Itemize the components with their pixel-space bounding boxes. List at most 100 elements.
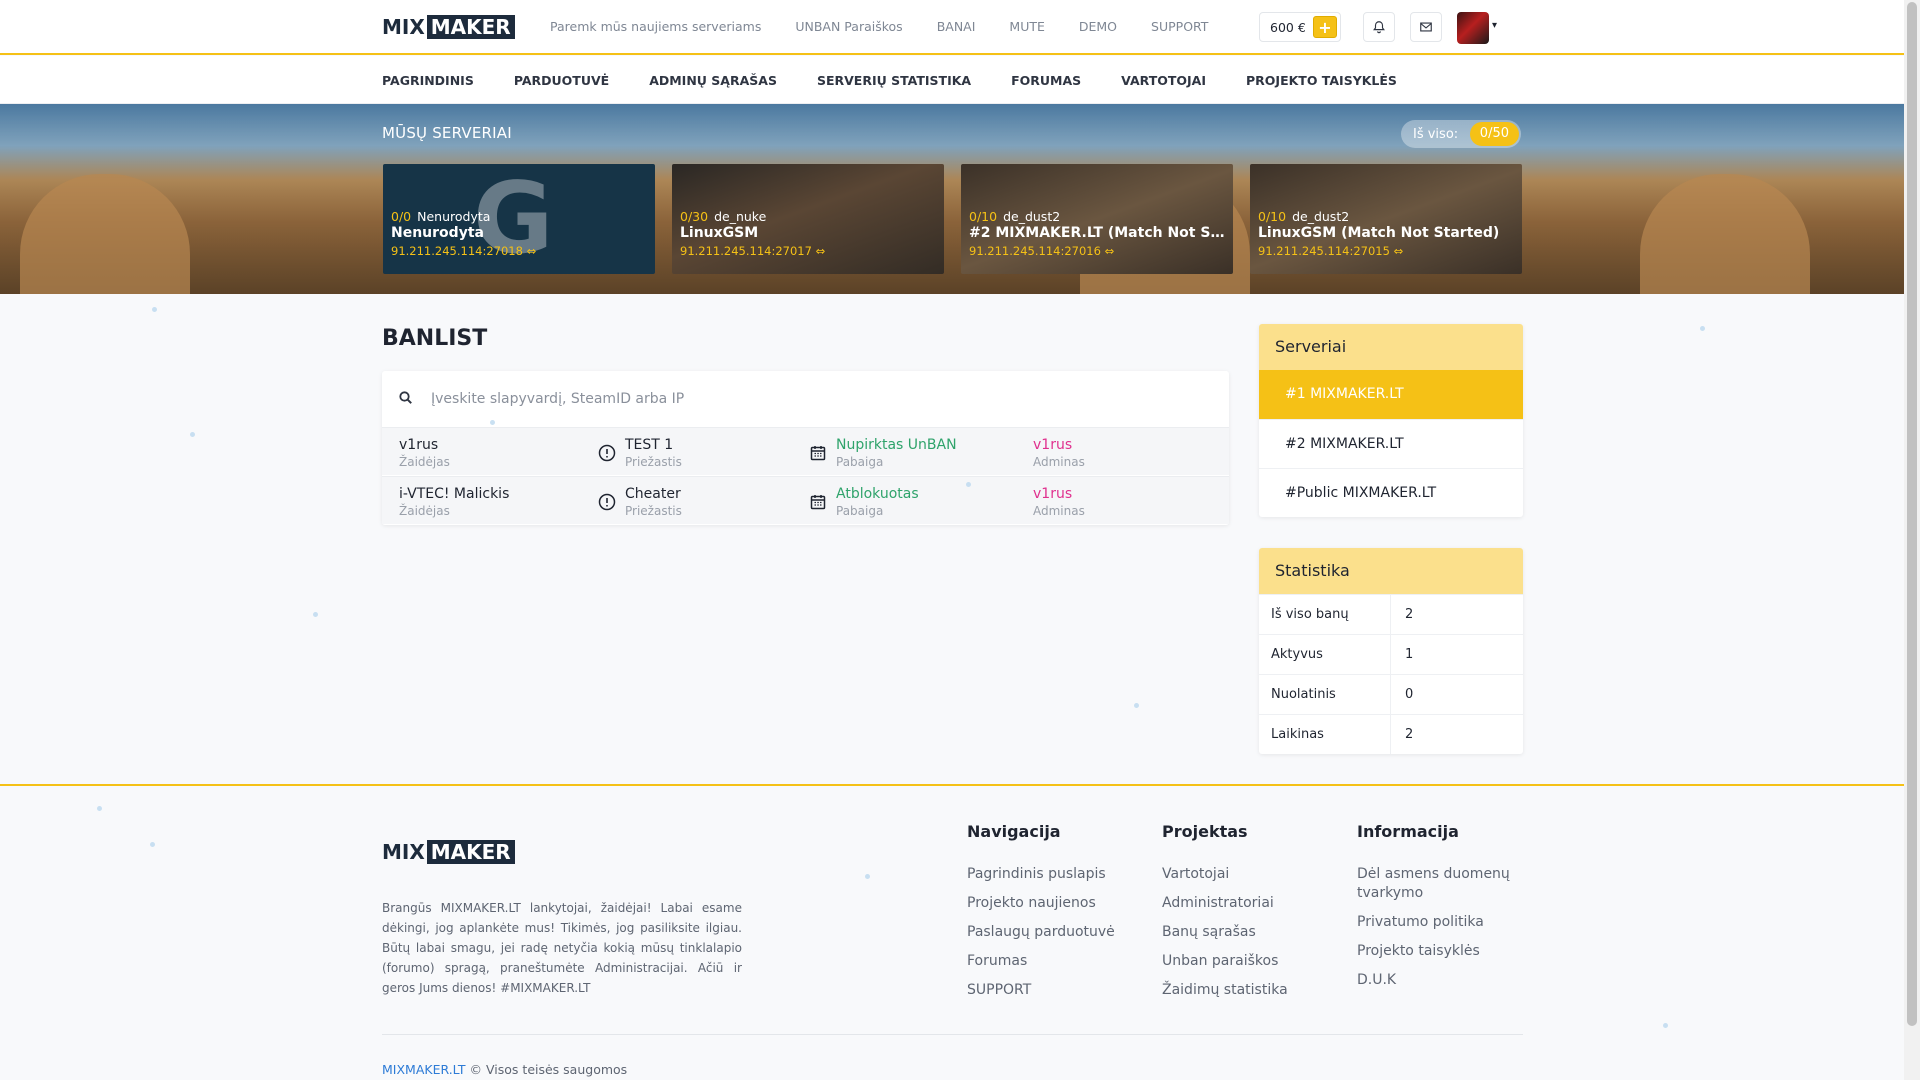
server-ip[interactable]: 91.211.245.114:27018 ⇔ [391, 244, 536, 258]
topnav-unban-link[interactable]: UNBAN Paraiškos [795, 19, 902, 34]
server-card[interactable]: 0/10 de_dust2 LinuxGSM (Match Not Started… [1250, 164, 1522, 274]
footer-link[interactable]: Banų sąrašas [1162, 923, 1288, 942]
stat-value: 2 [1405, 607, 1414, 622]
footer-link[interactable]: Dėl asmens duomenų tvarkymo [1357, 865, 1532, 903]
server-name: LinuxGSM [680, 225, 759, 241]
notifications-button[interactable] [1363, 12, 1395, 42]
banlist-panel: v1rus Žaidėjas TEST 1 Priežastis Nupirktas… [382, 371, 1229, 525]
admin-label: Adminas [1033, 455, 1085, 469]
stat-label: Aktyvus [1259, 635, 1391, 674]
copyright-brand-link[interactable]: MIXMAKER.LT [382, 1062, 466, 1077]
topnav-support2-link[interactable]: SUPPORT [1151, 19, 1208, 34]
server-card[interactable]: G 0/0 Nenurodyta Nenurodyta 91.211.245.11… [383, 164, 655, 274]
footer-link[interactable]: Unban paraiškos [1162, 952, 1288, 971]
alert-circle-icon [598, 493, 616, 511]
footer-link[interactable]: Pagrindinis puslapis [967, 865, 1115, 884]
footer-link[interactable]: Žaidimų statistika [1162, 981, 1288, 1000]
page-title: BANLIST [382, 326, 488, 351]
banner-decoration [1640, 174, 1810, 294]
ban-admin[interactable]: v1rus [1033, 486, 1085, 502]
footer-col-project: Projektas Vartotojai Administratoriai Ba… [1162, 822, 1288, 1010]
server-card[interactable]: 0/30 de_nuke LinuxGSM 91.211.245.114:2701… [672, 164, 944, 274]
table-row[interactable]: i-VTEC! Malickis Žaidėjas Cheater Priežast… [382, 476, 1229, 524]
server-name: Nenurodyta [391, 225, 484, 241]
top-header: MIX MAKER Paremk mūs naujiems serveriams … [0, 0, 1904, 55]
stat-value: 1 [1405, 647, 1414, 662]
stat-label: Nuolatinis [1259, 675, 1391, 714]
admin-label: Adminas [1033, 504, 1085, 518]
copyright: MIXMAKER.LT © Visos teisės saugomos [382, 1062, 627, 1077]
servers-banner: MŪSŲ SERVERIAI Iš viso: 0/50 G 0/0 Nenuro… [0, 104, 1904, 294]
nav-server-stats[interactable]: SERVERIŲ STATISTIKA [817, 73, 971, 88]
server-player-count: 0/30 [680, 209, 709, 224]
main-nav: PAGRINDINIS PARDUOTUVĖ ADMINŲ SĄRAŠAS SE… [0, 56, 1904, 104]
footer-link[interactable]: Vartotojai [1162, 865, 1288, 884]
snow-decoration [865, 874, 870, 879]
calendar-icon [810, 446, 826, 461]
footer-logo[interactable]: MIX MAKER [382, 840, 515, 864]
topnav-bans-link[interactable]: BANAI [937, 19, 976, 34]
server-map: de_dust2 [1003, 209, 1061, 224]
reason-label: Priežastis [625, 504, 682, 518]
footer: MIX MAKER Brangūs MIXMAKER.LT lankytojai,… [0, 784, 1904, 1080]
reason-label: Priežastis [625, 455, 682, 469]
footer-link[interactable]: SUPPORT [967, 981, 1115, 1000]
server-name: LinuxGSM (Match Not Started) [1258, 225, 1500, 241]
balance-display[interactable]: 600 € + [1259, 12, 1341, 42]
snow-decoration [1134, 703, 1139, 708]
server-card[interactable]: 0/10 de_dust2 #2 MIXMAKER.LT (Match Not S… [961, 164, 1233, 274]
server-player-count: 0/0 [391, 209, 412, 224]
server-filter-item[interactable]: #1 MIXMAKER.LT [1259, 370, 1523, 419]
footer-col-info: Informacija Dėl asmens duomenų tvarkymo … [1357, 822, 1532, 1000]
search-bar [382, 371, 1229, 427]
topnav-mute-link[interactable]: MUTE [1009, 19, 1044, 34]
nav-forum[interactable]: FORUMAS [1011, 73, 1081, 88]
nav-admins[interactable]: ADMINŲ SĄRAŠAS [649, 73, 777, 88]
server-ip[interactable]: 91.211.245.114:27016 ⇔ [969, 244, 1114, 258]
link-icon: ⇔ [526, 244, 537, 258]
chevron-down-icon[interactable]: ▾ [1492, 20, 1497, 31]
server-ip[interactable]: 91.211.245.114:27017 ⇔ [680, 244, 825, 258]
footer-col-title: Projektas [1162, 822, 1248, 841]
table-row[interactable]: v1rus Žaidėjas TEST 1 Priežastis Nupirktas… [382, 427, 1229, 475]
topnav-support-link[interactable]: Paremk mūs naujiems serveriams [550, 19, 761, 34]
player-label: Žaidėjas [399, 455, 450, 469]
nav-shop[interactable]: PARDUOTUVĖ [514, 73, 609, 88]
nav-rules[interactable]: PROJEKTO TAISYKLĖS [1246, 73, 1397, 88]
player-label: Žaidėjas [399, 504, 450, 518]
snow-decoration [1663, 1023, 1668, 1028]
link-icon: ⇔ [1393, 244, 1404, 258]
total-players-value: 0/50 [1469, 122, 1519, 146]
server-filter-item[interactable]: #Public MIXMAKER.LT [1259, 468, 1523, 517]
servers-panel-title: Serveriai [1259, 324, 1523, 370]
snow-decoration [966, 482, 971, 487]
copyright-text: © Visos teisės saugomos [469, 1062, 628, 1077]
snow-decoration [190, 432, 195, 437]
footer-about-text: Brangūs MIXMAKER.LT lankytojai, žaidėjai… [382, 901, 742, 995]
footer-link[interactable]: Paslaugų parduotuvė [967, 923, 1115, 942]
calendar-icon [810, 495, 826, 510]
footer-link[interactable]: Administratoriai [1162, 894, 1288, 913]
topnav-demo-link[interactable]: DEMO [1079, 19, 1117, 34]
add-funds-button[interactable]: + [1313, 16, 1337, 38]
server-ip[interactable]: 91.211.245.114:27015 ⇔ [1258, 244, 1403, 258]
ban-admin[interactable]: v1rus [1033, 437, 1085, 453]
footer-link[interactable]: Forumas [967, 952, 1115, 971]
messages-button[interactable] [1410, 12, 1442, 42]
footer-link[interactable]: Privatumo politika [1357, 913, 1532, 932]
page-scrollbar[interactable] [1904, 0, 1920, 1080]
snow-decoration [490, 420, 495, 425]
server-filter-item[interactable]: #2 MIXMAKER.LT [1259, 419, 1523, 468]
footer-link[interactable]: Projekto taisyklės [1357, 942, 1532, 961]
stat-label: Iš viso banų [1259, 595, 1391, 634]
site-logo[interactable]: MIX MAKER [382, 15, 515, 39]
nav-home[interactable]: PAGRINDINIS [382, 73, 474, 88]
stat-row: Laikinas 2 [1259, 714, 1523, 754]
nav-users[interactable]: VARTOTOJAI [1121, 73, 1206, 88]
search-input[interactable] [415, 371, 1227, 427]
user-avatar[interactable] [1457, 12, 1489, 44]
alert-circle-icon [598, 444, 616, 462]
footer-link[interactable]: Projekto naujienos [967, 894, 1115, 913]
footer-link[interactable]: D.U.K [1357, 971, 1532, 990]
scrollbar-thumb[interactable] [1907, 2, 1917, 1026]
